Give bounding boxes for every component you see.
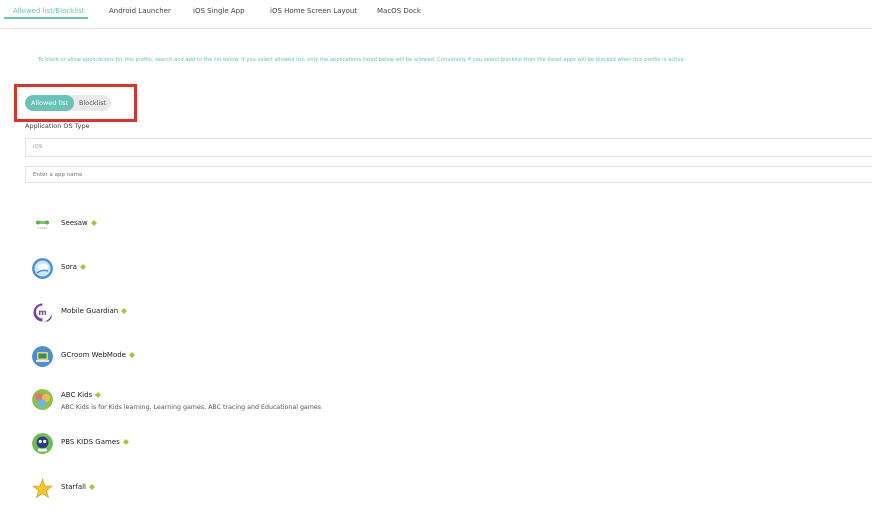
blocklist-option[interactable]: Blocklist bbox=[74, 95, 111, 111]
svg-text:m: m bbox=[38, 308, 46, 317]
allowed-list-option[interactable]: Allowed list bbox=[25, 95, 74, 111]
os-type-label: Application OS Type bbox=[25, 122, 90, 130]
app-search-input[interactable] bbox=[25, 166, 872, 183]
gcroom-app-icon bbox=[32, 346, 53, 367]
mode-toggle: Allowed list Blocklist bbox=[25, 95, 111, 111]
svg-text:CLASS: CLASS bbox=[38, 226, 48, 230]
tab-allowed-blocklist[interactable]: Allowed list/Blocklist bbox=[13, 7, 85, 21]
app-name: Mobile Guardian bbox=[61, 307, 119, 315]
app-name: Sora bbox=[61, 263, 77, 271]
android-icon bbox=[122, 438, 129, 445]
info-text: To block or allow applications for this … bbox=[38, 57, 686, 63]
active-tab-underline bbox=[4, 17, 88, 19]
android-icon bbox=[89, 483, 95, 490]
app-description: ABC Kids is for Kids learning, Learning … bbox=[61, 404, 322, 411]
tab-macos-dock[interactable]: MacOS Dock bbox=[377, 7, 421, 21]
mobile-guardian-app-icon: m bbox=[32, 302, 53, 323]
tab-ios-home-screen-layout[interactable]: iOS Home Screen Layout bbox=[270, 7, 357, 21]
android-icon bbox=[121, 307, 128, 314]
app-name: GCroom WebMode bbox=[61, 351, 126, 359]
starfall-app-icon bbox=[32, 478, 53, 499]
app-name: Starfall bbox=[61, 483, 86, 491]
sora-app-icon bbox=[32, 258, 53, 279]
android-icon bbox=[90, 219, 97, 226]
android-icon bbox=[95, 391, 102, 398]
seesaw-app-icon: CLASS bbox=[32, 214, 53, 235]
app-name: Seesaw bbox=[61, 219, 88, 227]
tab-android-launcher[interactable]: Android Launcher bbox=[109, 7, 171, 21]
android-icon bbox=[79, 263, 86, 270]
abc-kids-app-icon bbox=[32, 389, 53, 410]
tab-ios-single-app[interactable]: iOS Single App bbox=[193, 7, 245, 21]
os-type-select[interactable]: iOS bbox=[25, 138, 872, 157]
app-name: PBS KIDS Games bbox=[61, 438, 120, 446]
tab-bar: Allowed list/Blocklist Android Launcher … bbox=[0, 0, 872, 29]
app-name: ABC Kids bbox=[61, 391, 93, 399]
pbs-kids-app-icon bbox=[32, 433, 53, 454]
android-icon bbox=[128, 351, 135, 358]
